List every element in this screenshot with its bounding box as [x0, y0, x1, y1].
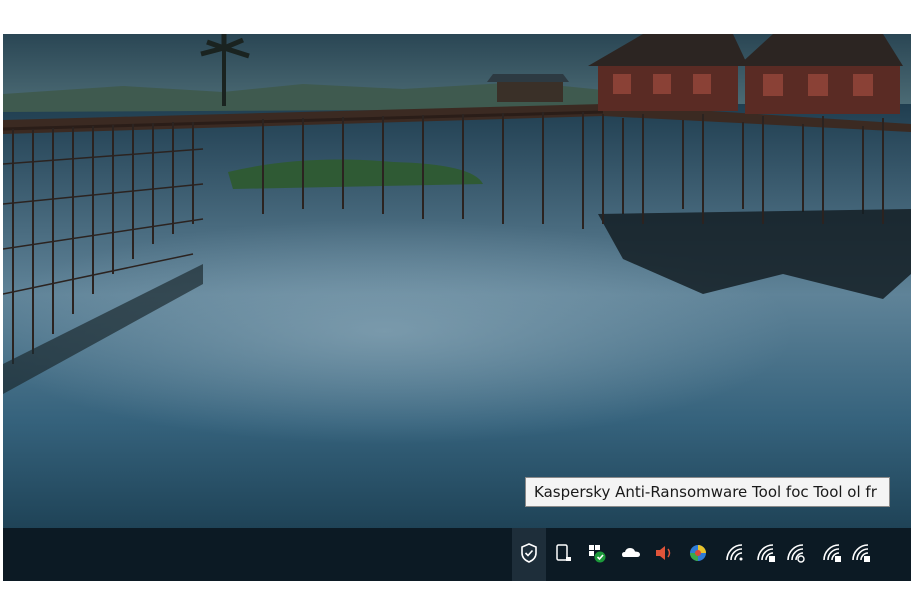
onedrive-cloud-icon[interactable]: [620, 542, 642, 564]
wifi-icon-3[interactable]: [785, 542, 807, 564]
tablet-mode-icon[interactable]: [552, 542, 574, 564]
wifi-icon-2[interactable]: [755, 542, 777, 564]
volume-icon[interactable]: [652, 542, 674, 564]
wifi-icon-1[interactable]: [724, 542, 746, 564]
taskbar: [3, 528, 911, 581]
wifi-icon-5[interactable]: [850, 542, 872, 564]
tray-tooltip: Kaspersky Anti-Ransomware Tool foc Tool …: [525, 477, 890, 507]
color-app-icon[interactable]: [687, 542, 709, 564]
kaspersky-shield-icon[interactable]: [518, 542, 540, 564]
wifi-icon-4[interactable]: [821, 542, 843, 564]
desktop-wallpaper: [3, 34, 911, 528]
security-check-icon[interactable]: [586, 542, 608, 564]
